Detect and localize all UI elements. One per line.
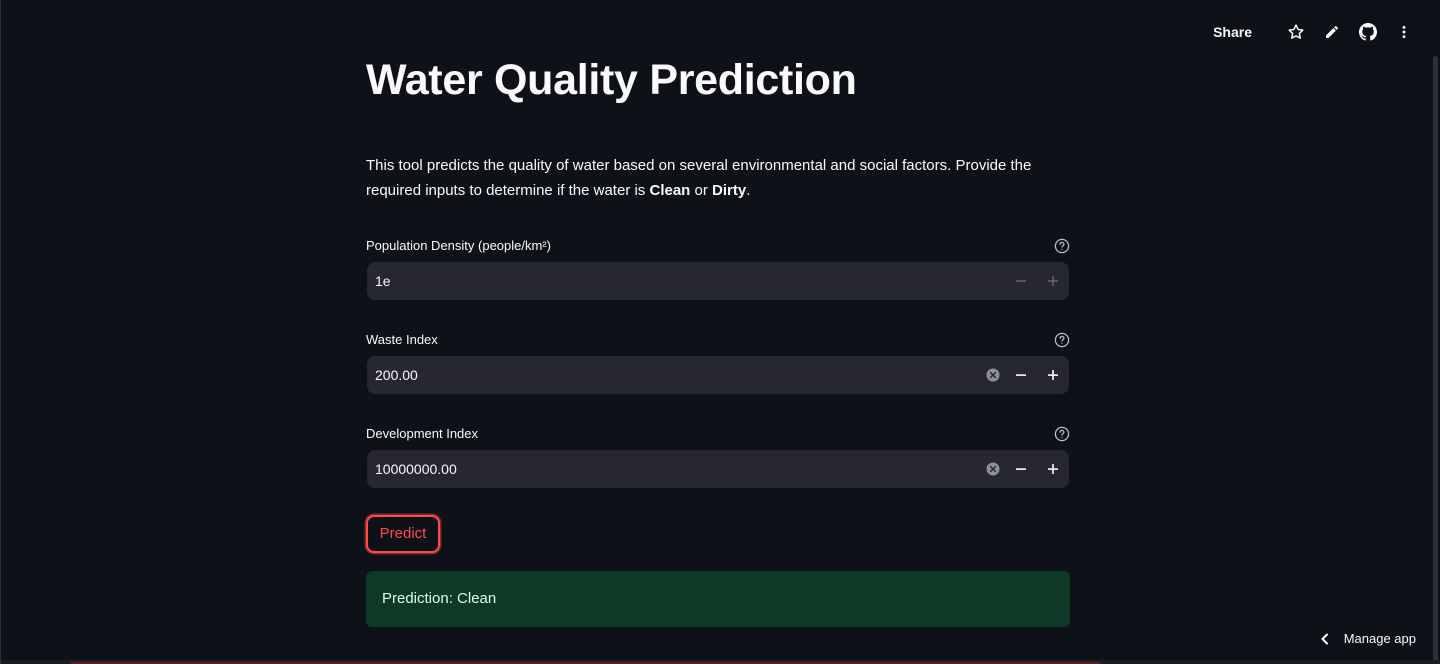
window-bottom-edge <box>1 660 1440 664</box>
increment-button[interactable] <box>1037 356 1069 394</box>
help-icon[interactable] <box>1054 238 1070 254</box>
page-title: Water Quality Prediction <box>366 56 857 104</box>
development-index-label: Development Index <box>366 426 479 441</box>
share-button[interactable]: Share <box>1213 24 1252 40</box>
decrement-button[interactable] <box>1005 262 1037 300</box>
waste-index-label: Waste Index <box>366 332 438 347</box>
development-index-input[interactable]: 10000000.00 <box>367 450 1069 488</box>
chevron-left-icon <box>1320 633 1330 645</box>
app-window: Share Water Quality Prediction This tool… <box>0 0 1440 664</box>
prediction-result-alert: Prediction: Clean <box>366 571 1070 627</box>
increment-button[interactable] <box>1037 450 1069 488</box>
population-density-input[interactable]: 1e <box>367 262 1069 300</box>
population-density-value[interactable]: 1e <box>375 262 965 300</box>
decrement-button[interactable] <box>1005 450 1037 488</box>
github-icon[interactable] <box>1358 22 1378 42</box>
description-or: or <box>690 182 713 199</box>
pencil-icon[interactable] <box>1322 22 1342 42</box>
waste-index-value[interactable]: 200.00 <box>375 356 965 394</box>
manage-app-button[interactable]: Manage app <box>1320 631 1416 646</box>
description-clean: Clean <box>649 182 691 199</box>
description-dirty: Dirty <box>712 182 747 199</box>
scrollbar[interactable] <box>1433 56 1438 662</box>
development-index-value[interactable]: 10000000.00 <box>375 450 965 488</box>
prediction-result-text: Prediction: Clean <box>382 590 497 607</box>
page-description: This tool predicts the quality of water … <box>366 153 1066 203</box>
decrement-button[interactable] <box>1005 356 1037 394</box>
population-density-label: Population Density (people/km²) <box>366 238 551 253</box>
predict-button[interactable]: Predict <box>366 515 440 553</box>
description-suffix: . <box>746 182 751 199</box>
increment-button[interactable] <box>1037 262 1069 300</box>
help-icon[interactable] <box>1054 426 1070 442</box>
more-vertical-icon[interactable] <box>1394 22 1414 42</box>
help-icon[interactable] <box>1054 332 1070 348</box>
star-icon[interactable] <box>1286 22 1306 42</box>
manage-app-label: Manage app <box>1343 631 1416 646</box>
waste-index-input[interactable]: 200.00 <box>367 356 1069 394</box>
header-toolbar: Share <box>1213 20 1414 44</box>
